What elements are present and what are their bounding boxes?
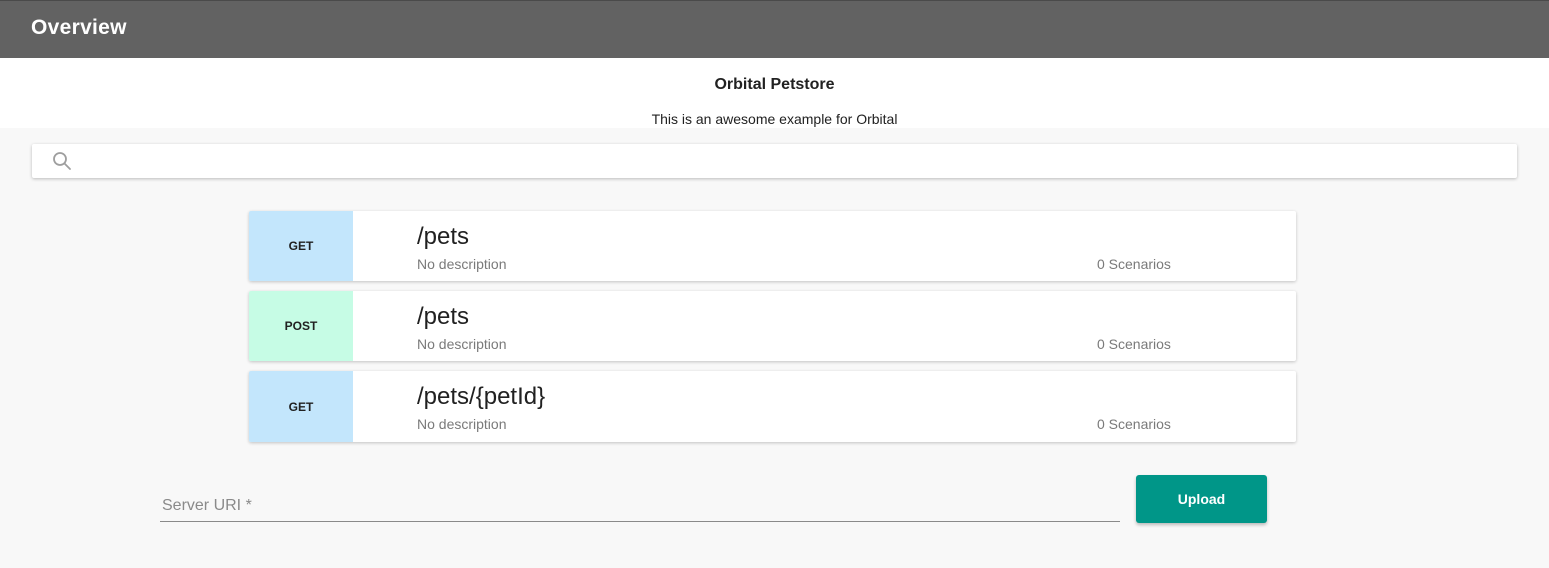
upload-button[interactable]: Upload (1136, 475, 1267, 523)
scenario-count: 0 Scenarios (1097, 256, 1171, 272)
endpoint-card-get-pets[interactable]: GET /pets No description 0 Scenarios (249, 211, 1296, 281)
server-uri-field[interactable] (160, 490, 1124, 522)
endpoint-description: No description (417, 416, 507, 432)
method-badge: GET (249, 211, 353, 281)
method-badge: POST (249, 291, 353, 361)
server-uri-input[interactable] (160, 492, 1124, 520)
api-title: Orbital Petstore (714, 76, 835, 93)
app-bar: Overview (0, 0, 1549, 58)
scenario-count: 0 Scenarios (1097, 416, 1171, 432)
endpoint-list: GET /pets No description 0 Scenarios POS… (249, 211, 1296, 452)
endpoint-description: No description (417, 336, 507, 352)
search-bar[interactable] (32, 144, 1517, 178)
app-bar-title: Overview (31, 16, 127, 39)
endpoint-path: /pets (417, 223, 470, 250)
endpoint-description: No description (417, 256, 507, 272)
endpoint-card-post-pets[interactable]: POST /pets No description 0 Scenarios (249, 291, 1296, 361)
api-description: This is an awesome example for Orbital (651, 111, 898, 127)
endpoint-card-get-pet-by-id[interactable]: GET /pets/{petId} No description 0 Scena… (249, 371, 1296, 442)
scenario-count: 0 Scenarios (1097, 336, 1171, 352)
search-icon (52, 151, 72, 171)
search-input[interactable] (88, 148, 1502, 176)
endpoint-path: /pets (417, 303, 470, 330)
api-header: Orbital Petstore This is an awesome exam… (0, 58, 1549, 128)
endpoint-path: /pets/{petId} (417, 383, 546, 410)
method-badge: GET (249, 371, 353, 442)
